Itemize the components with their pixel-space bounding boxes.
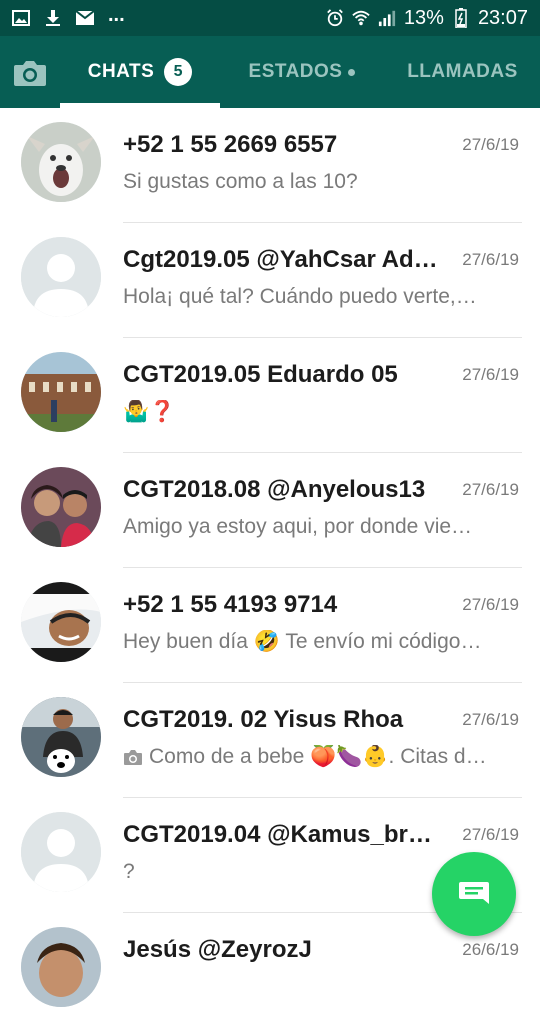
chat-time: 26/6/19 bbox=[462, 940, 519, 959]
overflow-notifications: ... bbox=[108, 3, 125, 26]
chat-name: CGT2019.05 Eduardo 05 bbox=[123, 361, 398, 388]
chat-row[interactable]: CGT2019. 02 Yisus Rhoa 27/6/19 Como de a… bbox=[0, 683, 540, 798]
chat-row[interactable]: Cgt2019.05 @YahCsar Ad… 27/6/19 Hola¡ qu… bbox=[0, 223, 540, 338]
tab-status[interactable]: ESTADOS bbox=[222, 36, 382, 108]
chat-preview: Hola¡ qué tal? Cuándo puedo verte,… bbox=[123, 285, 477, 308]
chat-time: 27/6/19 bbox=[462, 135, 519, 154]
mail-icon bbox=[76, 9, 94, 27]
avatar[interactable] bbox=[21, 697, 101, 777]
chat-preview-text: Como de a bebe 🍑🍆👶. Citas d… bbox=[149, 745, 487, 768]
alarm-icon bbox=[326, 9, 344, 27]
chat-name: CGT2019.04 @Kamus_br… bbox=[123, 821, 432, 848]
avatar[interactable] bbox=[21, 122, 101, 202]
chat-time: 27/6/19 bbox=[462, 825, 519, 844]
chat-preview: Amigo ya estoy aqui, por donde vie… bbox=[123, 515, 473, 538]
tab-chats-label: CHATS bbox=[87, 61, 155, 82]
default-avatar-icon[interactable] bbox=[21, 237, 101, 317]
chat-name: CGT2019. 02 Yisus Rhoa bbox=[123, 706, 404, 733]
chat-time: 27/6/19 bbox=[462, 595, 519, 614]
chat-preview: Hey buen día 🤣 Te envío mi código… bbox=[123, 630, 482, 653]
photo-icon bbox=[123, 749, 143, 766]
tab-calls-label: LLAMADAS bbox=[407, 61, 518, 82]
chat-row[interactable]: +52 1 55 2669 6557 27/6/19 Si gustas com… bbox=[0, 108, 540, 223]
chat-preview: 🤷‍♂️❓ bbox=[123, 400, 176, 423]
chat-row[interactable]: +52 1 55 4193 9714 27/6/19 Hey buen día … bbox=[0, 568, 540, 683]
tab-status-label: ESTADOS bbox=[248, 61, 343, 82]
default-avatar-icon[interactable] bbox=[21, 812, 101, 892]
status-bar: ... 13% 23:07 bbox=[0, 0, 540, 36]
new-status-dot bbox=[348, 68, 356, 76]
battery-icon bbox=[452, 8, 470, 28]
new-chat-button[interactable] bbox=[432, 852, 516, 936]
chat-name: Cgt2019.05 @YahCsar Ad… bbox=[123, 246, 438, 273]
chat-name: +52 1 55 2669 6557 bbox=[123, 131, 338, 158]
chat-name: CGT2018.08 @Anyelous13 bbox=[123, 476, 426, 503]
avatar[interactable] bbox=[21, 582, 101, 662]
signal-icon bbox=[378, 9, 396, 27]
avatar[interactable] bbox=[21, 927, 101, 1007]
wifi-icon bbox=[352, 9, 370, 27]
new-chat-icon bbox=[458, 880, 490, 908]
avatar[interactable] bbox=[21, 352, 101, 432]
avatar[interactable] bbox=[21, 467, 101, 547]
battery-percent: 13% bbox=[403, 6, 444, 29]
unread-badge: 5 bbox=[164, 58, 193, 86]
chat-row[interactable]: CGT2018.08 @Anyelous13 27/6/19 Amigo ya … bbox=[0, 453, 540, 568]
chat-row[interactable]: CGT2019.05 Eduardo 05 27/6/19 🤷‍♂️❓ bbox=[0, 338, 540, 453]
chat-preview: Si gustas como a las 10? bbox=[123, 170, 358, 193]
clock: 23:07 bbox=[477, 6, 528, 29]
image-icon bbox=[12, 9, 30, 27]
tab-calls[interactable]: LLAMADAS bbox=[385, 36, 540, 108]
chat-time: 27/6/19 bbox=[462, 480, 519, 499]
chat-time: 27/6/19 bbox=[462, 710, 519, 729]
chat-preview: Como de a bebe 🍑🍆👶. Citas d… bbox=[123, 745, 501, 769]
camera-icon[interactable] bbox=[12, 58, 48, 88]
download-icon bbox=[44, 9, 62, 27]
chat-time: 27/6/19 bbox=[462, 365, 519, 384]
tab-chats[interactable]: CHATS 5 bbox=[60, 36, 220, 108]
app-bar: CHATS 5 ESTADOS LLAMADAS bbox=[0, 36, 540, 108]
chat-time: 27/6/19 bbox=[462, 250, 519, 269]
chat-name: +52 1 55 4193 9714 bbox=[123, 591, 338, 618]
